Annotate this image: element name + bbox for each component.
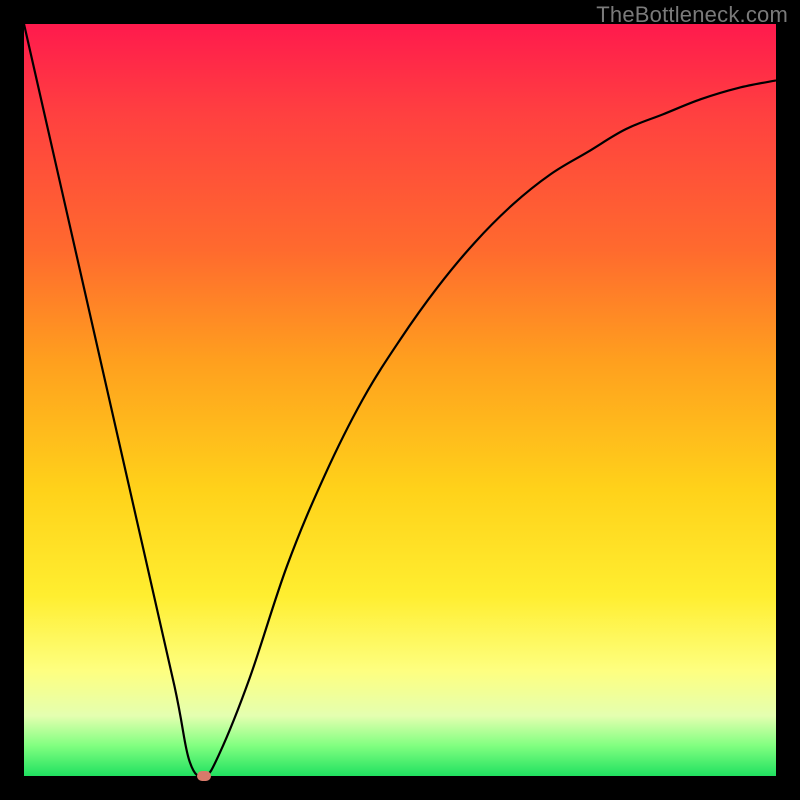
minimum-marker xyxy=(197,771,211,781)
chart-frame: TheBottleneck.com xyxy=(0,0,800,800)
bottleneck-curve xyxy=(24,24,776,776)
plot-area xyxy=(24,24,776,776)
